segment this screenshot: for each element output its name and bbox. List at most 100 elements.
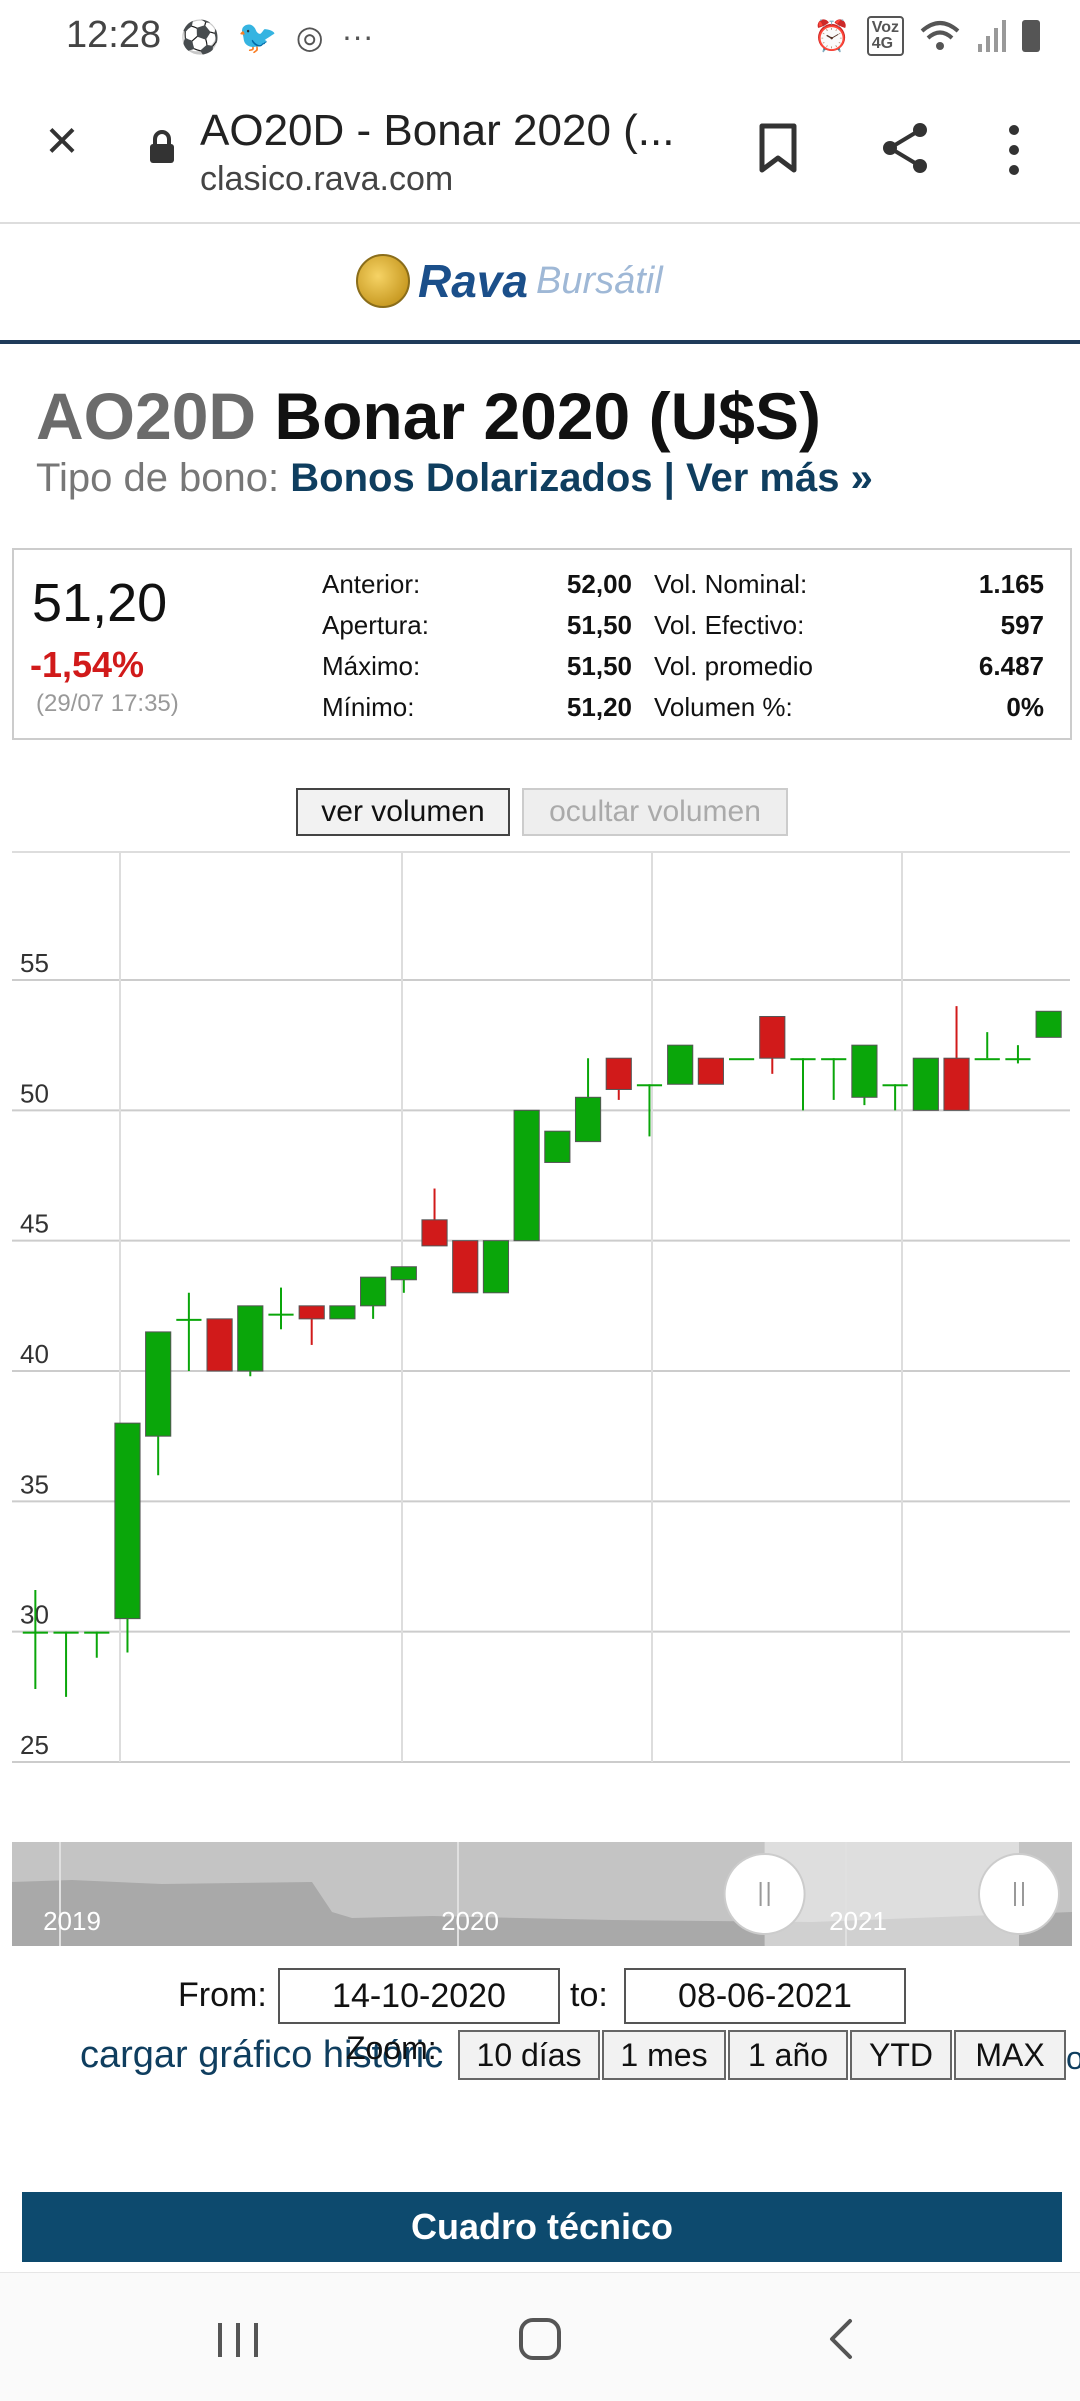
zoom-label: Zoom: bbox=[346, 2030, 437, 2066]
candle-body bbox=[605, 1057, 632, 1090]
stat-value: 51,50 bbox=[566, 651, 632, 681]
candle-body bbox=[759, 1015, 786, 1059]
soccer-ball-icon: ⚽ bbox=[180, 19, 220, 55]
candle-body bbox=[53, 1631, 79, 1634]
navigator-right-handle[interactable] bbox=[978, 1853, 1060, 1935]
bird-icon: 🐦 bbox=[237, 19, 278, 55]
hide-volume-button[interactable]: ocultar volumen bbox=[522, 788, 788, 836]
bond-type-label: Tipo de bono: bbox=[36, 456, 280, 500]
stat-label: Vol. Efectivo: bbox=[654, 610, 805, 640]
stat-label: Máximo: bbox=[322, 651, 421, 681]
logo-sub-text: Bursátil bbox=[535, 259, 663, 302]
candle-body bbox=[697, 1057, 724, 1085]
more-options-icon[interactable] bbox=[1006, 124, 1022, 176]
candle-body bbox=[237, 1305, 264, 1372]
rava-logo[interactable]: Rava Bursátil bbox=[356, 254, 663, 308]
y-tick-label: 55 bbox=[20, 948, 49, 978]
stat-label: Volumen %: bbox=[654, 692, 793, 722]
candle-body bbox=[1005, 1058, 1031, 1061]
zoom-10-days-button[interactable]: 10 días bbox=[458, 2030, 600, 2080]
candle-body bbox=[513, 1109, 540, 1242]
show-volume-button[interactable]: ver volumen bbox=[296, 788, 510, 836]
candle-body bbox=[360, 1276, 387, 1307]
stat-label: Apertura: bbox=[322, 610, 429, 640]
x-tick-label: nov bbox=[97, 1785, 142, 1790]
status-bar: 12:28 ⚽ 🐦 ◎ ··· ⏰ Voz 4G bbox=[0, 0, 1080, 76]
lock-icon bbox=[150, 130, 174, 163]
page-title[interactable]: AO20D - Bonar 2020 (... bbox=[200, 106, 674, 156]
more-icon: ··· bbox=[341, 18, 374, 54]
stat-label: Anterior: bbox=[322, 569, 421, 599]
candle-body bbox=[574, 1096, 602, 1143]
status-notification-icons: ⚽ 🐦 ◎ ··· bbox=[180, 18, 374, 56]
candle-body bbox=[912, 1057, 939, 1111]
candle-body bbox=[298, 1305, 325, 1320]
range-navigator[interactable]: 2019 2020 2021 bbox=[12, 1842, 1072, 1946]
navigator-year-label: 2021 bbox=[829, 1906, 887, 1936]
zoom-1-month-button[interactable]: 1 mes bbox=[602, 2030, 726, 2080]
navigator-left-handle[interactable] bbox=[723, 1853, 806, 1935]
from-date-input[interactable]: 14-10-2020 bbox=[278, 1968, 560, 2024]
candle-body bbox=[268, 1313, 294, 1316]
candle-body bbox=[390, 1266, 417, 1281]
url-host[interactable]: clasico.rava.com bbox=[200, 160, 453, 199]
candle-body bbox=[728, 1058, 755, 1061]
to-label: to: bbox=[570, 1976, 608, 2014]
stat-value: 51,20 bbox=[566, 692, 632, 722]
volte-badge: Voz 4G bbox=[866, 16, 904, 56]
candle-body bbox=[667, 1044, 694, 1085]
candle-body bbox=[974, 1058, 1000, 1061]
more-link[interactable]: Ver más » bbox=[686, 456, 873, 500]
close-icon[interactable]: × bbox=[38, 112, 86, 168]
technical-table-header[interactable]: Cuadro técnico bbox=[22, 2192, 1062, 2262]
browser-toolbar: × AO20D - Bonar 2020 (... clasico.rava.c… bbox=[0, 76, 1080, 224]
stat-value: 51,50 bbox=[566, 610, 632, 640]
stat-label: Vol. promedio bbox=[654, 651, 813, 681]
y-tick-label: 25 bbox=[20, 1730, 49, 1760]
candle-body bbox=[329, 1305, 356, 1320]
stat-value: 52,00 bbox=[566, 569, 632, 599]
logo-main-text: Rava bbox=[418, 255, 528, 307]
battery-icon bbox=[1022, 20, 1040, 52]
candle-body bbox=[544, 1130, 571, 1163]
bond-title: AO20D Bonar 2020 (U$S) bbox=[36, 378, 821, 454]
alarm-icon: ⏰ bbox=[813, 19, 851, 53]
candle-body bbox=[851, 1044, 878, 1098]
zoom-max-button[interactable]: MAX bbox=[954, 2030, 1066, 2080]
bond-type-line: Tipo de bono: Bonos Dolarizados | Ver má… bbox=[36, 456, 873, 501]
candle-body bbox=[790, 1058, 816, 1061]
zoom-ytd-button[interactable]: YTD bbox=[850, 2030, 952, 2080]
candle-body bbox=[943, 1057, 970, 1111]
candle-body bbox=[84, 1631, 110, 1634]
left-stat-values: 52,00 51,50 51,50 51,20 bbox=[482, 564, 632, 728]
price-chart[interactable]: 55504540353025novenemarmay bbox=[12, 850, 1070, 1790]
signal-icon bbox=[978, 20, 1006, 52]
site-header: Rava Bursátil bbox=[0, 224, 1080, 344]
candle-body bbox=[176, 1318, 202, 1321]
bond-type-link[interactable]: Bonos Dolarizados bbox=[290, 456, 652, 500]
candle-body bbox=[882, 1084, 908, 1087]
candle-body bbox=[421, 1219, 448, 1247]
to-date-input[interactable]: 08-06-2021 bbox=[624, 1968, 906, 2024]
overflow-text: o bbox=[1066, 2040, 1080, 2076]
bond-name: Bonar 2020 (U$S) bbox=[274, 379, 821, 453]
left-stat-labels: Anterior: Apertura: Máximo: Mínimo: bbox=[322, 564, 482, 728]
stat-value: 6.487 bbox=[978, 651, 1044, 681]
stat-value: 1.165 bbox=[978, 569, 1044, 599]
y-tick-label: 35 bbox=[20, 1469, 49, 1499]
ticker: AO20D bbox=[36, 379, 257, 453]
home-icon[interactable] bbox=[518, 2317, 562, 2361]
zoom-1-year-button[interactable]: 1 año bbox=[728, 2030, 848, 2080]
bookmark-icon[interactable] bbox=[758, 122, 798, 174]
share-icon[interactable] bbox=[880, 120, 932, 176]
candle-body bbox=[1035, 1010, 1062, 1038]
back-icon[interactable] bbox=[826, 2317, 854, 2361]
stat-value: 0% bbox=[1006, 692, 1044, 722]
recent-apps-icon[interactable] bbox=[216, 2321, 260, 2359]
navigator-year-label: 2020 bbox=[441, 1906, 499, 1936]
status-system-icons: ⏰ Voz 4G bbox=[813, 16, 1040, 56]
last-price: 51,20 bbox=[32, 573, 168, 633]
price-change: -1,54% bbox=[30, 644, 145, 685]
x-tick-label: mar bbox=[628, 1785, 676, 1790]
x-tick-label: may bbox=[876, 1785, 929, 1790]
